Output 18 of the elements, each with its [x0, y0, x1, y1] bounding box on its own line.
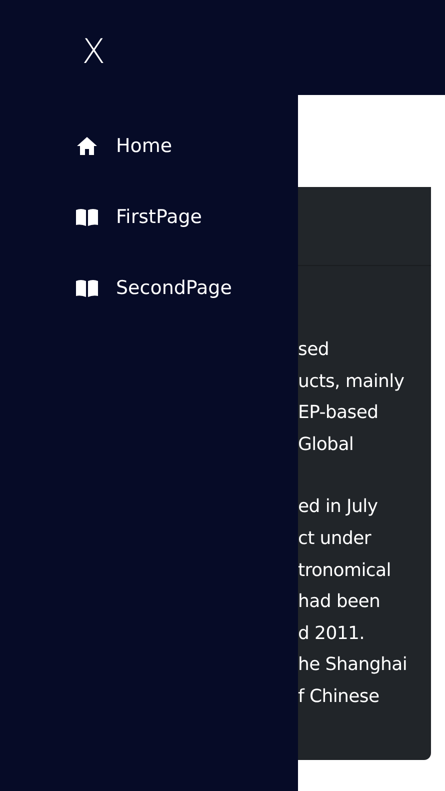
- text-line: sed: [298, 338, 330, 362]
- book-icon: [76, 278, 98, 296]
- sidebar-item[interactable]: FirstPage: [0, 181, 202, 252]
- text-line: EP-based: [298, 401, 380, 426]
- sidebar-item[interactable]: SecondPage: [0, 252, 232, 323]
- text-line: tronomical: [298, 558, 392, 583]
- text-line: had been: [298, 590, 382, 614]
- text-line: Global: [298, 432, 355, 457]
- text-line: ct under: [298, 526, 372, 551]
- text-line: f Chinese: [298, 684, 380, 709]
- text-line: he Shanghai: [298, 653, 408, 678]
- text-line: ed in July: [298, 495, 379, 520]
- sidebar-item[interactable]: Home: [0, 110, 172, 181]
- book-icon: [76, 208, 98, 226]
- text-line: ucts, mainly: [298, 370, 406, 394]
- text-line: d 2011.: [298, 622, 366, 646]
- close-button[interactable]: X: [78, 30, 110, 74]
- home-icon: [76, 136, 98, 154]
